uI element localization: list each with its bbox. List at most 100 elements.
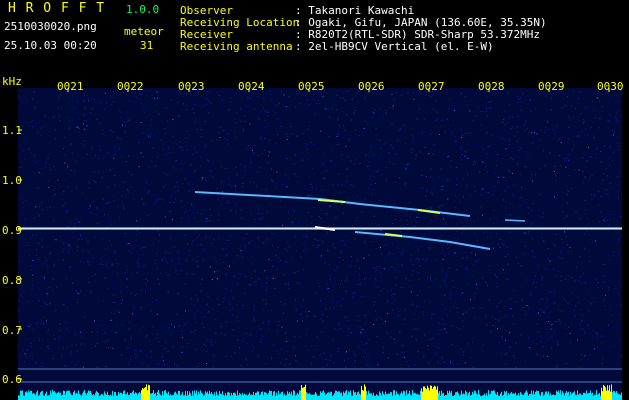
noise-speck	[554, 173, 556, 175]
noise-speck	[468, 283, 470, 285]
noise-speck	[534, 275, 536, 277]
noise-speck	[348, 139, 350, 140]
noise-speck	[215, 341, 217, 343]
noise-speck	[366, 277, 368, 279]
noise-speck	[467, 143, 469, 145]
noise-speck	[142, 266, 144, 268]
noise-speck	[410, 259, 412, 261]
noise-speck	[247, 97, 249, 99]
noise-speck	[162, 259, 164, 261]
noise-speck	[64, 162, 66, 164]
level-bar	[341, 392, 342, 400]
noise-speck	[459, 156, 461, 158]
noise-speck	[566, 105, 568, 107]
noise-speck	[617, 353, 619, 355]
level-bar	[301, 385, 302, 400]
noise-speck	[202, 178, 203, 180]
noise-speck	[280, 260, 282, 261]
noise-speck	[225, 274, 227, 275]
noise-speck	[384, 143, 386, 145]
level-bar	[416, 394, 417, 400]
noise-speck	[452, 132, 453, 134]
level-bar	[525, 391, 526, 400]
noise-speck	[237, 317, 238, 319]
noise-speck	[392, 293, 394, 295]
noise-speck	[94, 320, 95, 322]
noise-speck	[588, 223, 590, 225]
noise-speck	[560, 280, 562, 281]
noise-speck	[502, 121, 504, 123]
noise-speck	[530, 224, 532, 226]
level-bar	[198, 391, 199, 400]
level-bar	[411, 395, 412, 400]
noise-speck	[188, 343, 189, 345]
noise-speck	[547, 122, 549, 124]
level-bar	[371, 393, 372, 400]
level-bar	[310, 394, 311, 400]
noise-speck	[521, 299, 523, 301]
noise-speck	[489, 218, 491, 220]
noise-speck	[512, 126, 514, 128]
noise-speck	[130, 186, 132, 188]
noise-speck	[588, 146, 590, 148]
level-bar	[85, 392, 86, 400]
noise-speck	[61, 355, 63, 356]
noise-speck	[359, 283, 361, 285]
noise-speck	[386, 290, 388, 292]
noise-speck	[378, 200, 380, 202]
noise-speck	[178, 115, 180, 117]
noise-speck	[373, 108, 375, 110]
noise-speck	[569, 117, 571, 119]
noise-speck	[369, 277, 371, 279]
noise-speck	[552, 269, 554, 270]
noise-speck	[254, 221, 256, 223]
noise-speck	[505, 278, 507, 280]
noise-speck	[69, 126, 71, 128]
noise-speck	[539, 193, 540, 195]
noise-speck	[273, 344, 274, 346]
noise-speck	[392, 309, 394, 311]
level-bar	[97, 392, 98, 400]
noise-speck	[393, 338, 395, 340]
noise-speck	[294, 236, 296, 238]
noise-speck	[262, 335, 263, 337]
noise-speck	[377, 170, 379, 172]
noise-speck	[53, 265, 55, 267]
level-bar	[282, 391, 283, 400]
noise-speck	[39, 205, 41, 207]
noise-speck	[272, 265, 274, 267]
noise-speck	[482, 161, 484, 163]
noise-speck	[370, 184, 372, 186]
noise-speck	[351, 98, 353, 100]
level-bar	[391, 392, 392, 400]
level-bar	[89, 391, 90, 400]
level-bar	[587, 393, 588, 400]
level-bar	[551, 395, 552, 400]
noise-speck	[436, 111, 438, 113]
noise-speck	[234, 210, 236, 212]
noise-speck	[555, 245, 556, 247]
noise-speck	[279, 321, 281, 323]
level-bar	[268, 393, 269, 400]
noise-speck	[307, 350, 309, 351]
level-bar	[258, 391, 259, 400]
noise-speck	[419, 290, 421, 292]
noise-speck	[330, 160, 332, 162]
noise-speck	[110, 319, 112, 321]
noise-speck	[500, 246, 502, 248]
noise-speck	[493, 209, 495, 211]
noise-speck	[600, 195, 602, 197]
noise-speck	[465, 268, 467, 269]
level-bar	[209, 391, 210, 400]
noise-speck	[78, 361, 79, 363]
noise-speck	[424, 217, 426, 219]
noise-speck	[532, 142, 534, 144]
noise-speck	[610, 314, 612, 316]
noise-speck	[121, 354, 123, 356]
noise-speck	[380, 148, 382, 150]
noise-speck	[184, 310, 186, 312]
noise-speck	[242, 341, 244, 343]
noise-speck	[265, 239, 267, 241]
noise-speck	[388, 107, 390, 109]
level-bar	[400, 393, 401, 400]
